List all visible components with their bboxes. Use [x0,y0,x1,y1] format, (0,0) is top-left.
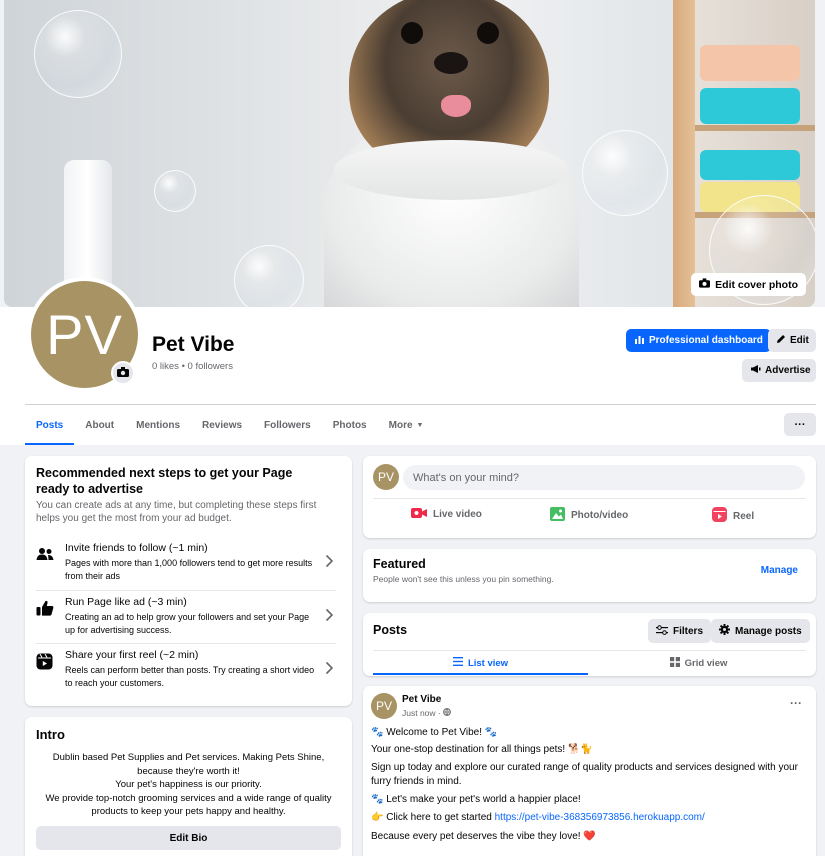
photo-icon [550,507,565,524]
pencil-icon [776,334,786,347]
post-timestamp[interactable]: Just now · [402,708,452,718]
featured-title: Featured [373,557,426,571]
avatar-initials: PV [46,303,123,366]
advertise-button[interactable]: Advertise [742,359,816,382]
caret-down-icon: ▼ [416,421,424,429]
post-options-button[interactable]: ··· [790,696,802,710]
edit-cover-photo-label: Edit cover photo [715,278,798,291]
tab-posts[interactable]: Posts [25,405,75,445]
more-dots-icon: ··· [794,418,806,431]
camera-icon [117,366,129,380]
manage-posts-button[interactable]: Manage posts [711,619,810,643]
cover-dog-image [324,0,584,307]
page-stats[interactable]: 0 likes • 0 followers [152,361,233,372]
tab-about[interactable]: About [74,405,125,445]
featured-card: Featured People won't see this unless yo… [363,549,816,602]
tab-followers[interactable]: Followers [253,405,322,445]
filters-button[interactable]: Filters [648,619,712,643]
globe-icon [443,708,452,718]
recommended-title: Recommended next steps to get your Page … [36,466,293,496]
tab-more[interactable]: More ▼ [378,405,435,445]
reels-icon [36,653,56,673]
gear-icon [719,624,730,638]
list-icon [452,657,463,669]
avatar-camera-button[interactable] [111,361,135,385]
post-composer: PV What's on your mind? Live video Photo… [363,456,816,538]
recommended-steps-card: Recommended next steps to get your Page … [25,456,352,706]
cover-photo: Edit cover photo [4,0,815,307]
intro-card: Intro Dublin based Pet Supplies and Pet … [25,717,352,856]
avatar: PV [371,693,397,719]
whats-on-your-mind-input[interactable]: What's on your mind? [403,465,805,490]
post-text-line: Sign up today and explore our curated ra… [371,762,798,787]
post-link[interactable]: https://pet-vibe-368356973856.herokuapp.… [495,812,705,823]
post-card: PV Pet Vibe Just now · ··· 🐾 Welcome to … [363,686,816,856]
chevron-right-icon [325,554,337,568]
featured-subtitle: People won't see this unless you pin som… [373,574,554,584]
megaphone-icon [750,364,761,377]
edit-page-button[interactable]: Edit [768,329,816,352]
step-page-like-ad[interactable]: Run Page like ad (~3 min) Creating an ad… [36,596,341,648]
step-invite-friends[interactable]: Invite friends to follow (~1 min) Pages … [36,542,341,594]
reel-icon [712,507,727,525]
recommended-subtitle: You can create ads at any time, but comp… [36,500,317,524]
page-title: Pet Vibe [152,333,235,356]
post-author[interactable]: Pet Vibe [402,694,441,705]
page-tabs: Posts About Mentions Reviews Followers P… [25,405,434,445]
post-text-line: Your one-stop destination for all things… [371,744,593,755]
post-text-line: 👉 Click here to get started https://pet-… [371,812,705,823]
step-share-reel[interactable]: Share your first reel (~2 min) Reels can… [36,649,341,701]
live-video-button[interactable]: Live video [411,507,482,522]
post-text-line: 🐾 Welcome to Pet Vibe! 🐾 [371,727,498,738]
thumbs-up-icon [36,600,56,620]
reel-button[interactable]: Reel [712,507,754,525]
page: Edit cover photo PV Pet Vibe 0 likes • 0… [0,0,825,856]
live-video-icon [411,507,427,522]
dashboard-icon [634,334,645,348]
post-text-line: Because every pet deserves the vibe they… [371,831,596,842]
intro-bio: Dublin based Pet Supplies and Pet servic… [45,752,332,817]
more-dots-icon: ··· [790,696,802,710]
avatar: PV [373,464,399,490]
edit-bio-button[interactable]: Edit Bio [36,826,341,850]
grid-icon [669,656,680,670]
filters-icon [656,624,668,638]
posts-title: Posts [373,623,408,637]
edit-cover-photo-button[interactable]: Edit cover photo [691,273,806,296]
photo-video-button[interactable]: Photo/video [550,507,628,524]
intro-title: Intro [36,727,65,742]
more-options-button[interactable]: ··· [784,413,816,436]
tab-reviews[interactable]: Reviews [191,405,253,445]
grid-view-tab[interactable]: Grid view [591,651,806,675]
tab-photos[interactable]: Photos [322,405,378,445]
chevron-right-icon [325,608,337,622]
list-view-tab[interactable]: List view [373,651,588,675]
manage-featured-link[interactable]: Manage [761,565,798,576]
chevron-right-icon [325,661,337,675]
friends-icon [36,546,56,566]
post-text-line: 🐾 Let's make your pet's world a happier … [371,794,581,805]
posts-header-card: Posts Filters Manage posts List view Gri… [363,613,816,676]
professional-dashboard-button[interactable]: Professional dashboard [626,329,771,352]
camera-icon [699,278,711,291]
tab-mentions[interactable]: Mentions [125,405,191,445]
